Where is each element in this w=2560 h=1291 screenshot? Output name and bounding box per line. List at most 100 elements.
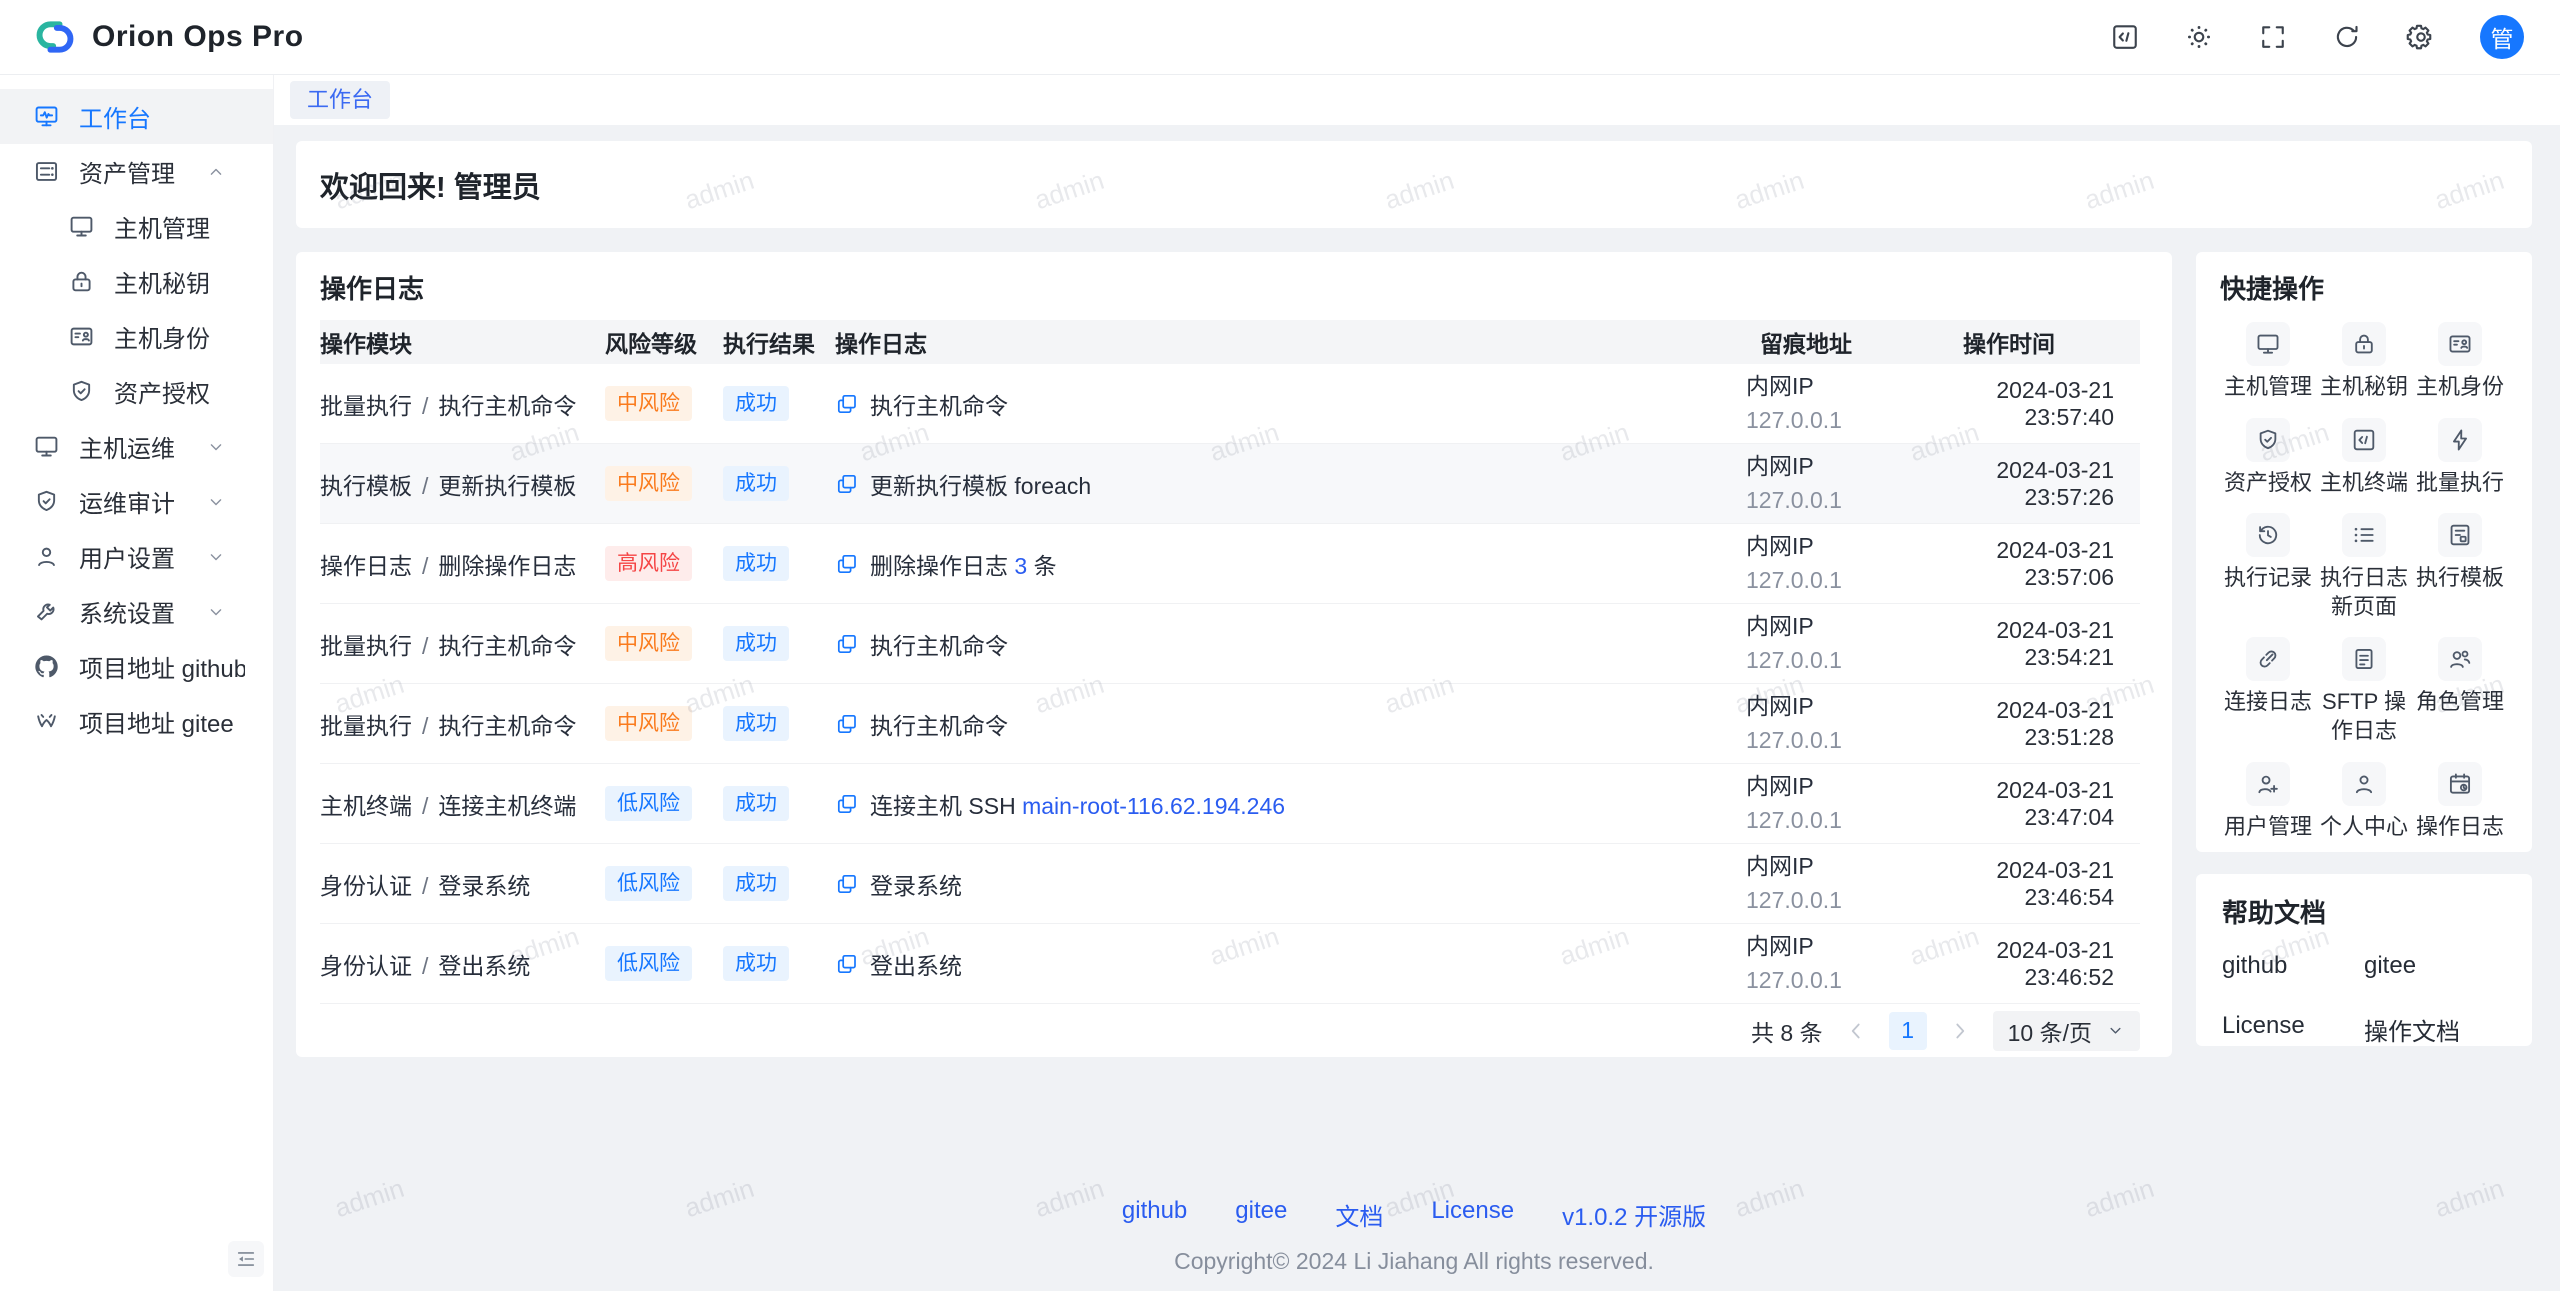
ssh-host-link[interactable]: main-root-116.62.194.246 <box>1022 793 1285 819</box>
copy-icon[interactable] <box>835 872 859 896</box>
help-link-github[interactable]: github <box>2222 952 2364 980</box>
copyright: Copyright© 2024 Li Jiahang All rights re… <box>296 1248 2532 1275</box>
quick-action-role-management[interactable]: 角色管理 <box>2412 637 2508 745</box>
lock-icon <box>68 268 95 295</box>
result-tag: 成功 <box>723 866 789 901</box>
quick-action-user-management[interactable]: 用户管理 <box>2220 762 2316 842</box>
quick-action-batch-execution[interactable]: 批量执行 <box>2412 418 2508 498</box>
quick-actions-title: 快捷操作 <box>2220 272 2508 306</box>
quick-action-host-management[interactable]: 主机管理 <box>2220 322 2316 402</box>
table-row[interactable]: 执行模板/更新执行模板 中风险 成功 更新执行模板 foreach 内网IP12… <box>320 444 2140 524</box>
history-icon <box>2255 522 2281 548</box>
risk-tag: 中风险 <box>605 626 692 661</box>
fullscreen-button[interactable] <box>2258 22 2288 52</box>
result-tag: 成功 <box>723 466 789 501</box>
table-row[interactable]: 身份认证/登录系统 低风险 成功 登录系统 内网IP127.0.0.1 2024… <box>320 844 2140 924</box>
sidebar-item-workbench[interactable]: 工作台 <box>0 89 273 144</box>
sidebar-item-host-management[interactable]: 主机管理 <box>0 199 273 254</box>
calendar-clock-icon <box>2447 771 2473 797</box>
footer-link-license[interactable]: License <box>1431 1197 1514 1232</box>
quick-action-connection-log[interactable]: 连接日志 <box>2220 637 2316 745</box>
sidebar-item-asset-management[interactable]: 资产管理 <box>0 144 273 199</box>
sidebar-item-host-identity[interactable]: 主机身份 <box>0 309 273 364</box>
ip-cell: 内网IP127.0.0.1 <box>1708 370 1904 437</box>
file-doc-icon <box>2351 646 2377 672</box>
operation-time: 2024-03-21 23:57:40 <box>1904 377 2140 431</box>
footer-link-docs[interactable]: 文档 <box>1335 1197 1383 1232</box>
sidebar-item-host-ops[interactable]: 主机运维 <box>0 419 273 474</box>
avatar[interactable]: 管 <box>2480 15 2524 59</box>
sidebar-item-asset-authorization[interactable]: 资产授权 <box>0 364 273 419</box>
page-number-button[interactable]: 1 <box>1889 1012 1927 1050</box>
footer-link-github[interactable]: github <box>1122 1197 1187 1232</box>
copy-icon[interactable] <box>835 952 859 976</box>
sidebar-item-github[interactable]: 项目地址 github <box>0 639 273 694</box>
result-tag: 成功 <box>723 546 789 581</box>
quick-action-execution-records[interactable]: 执行记录 <box>2220 513 2316 621</box>
ip-cell: 内网IP127.0.0.1 <box>1708 770 1904 837</box>
help-link-operation-docs[interactable]: 操作文档 <box>2364 1012 2506 1047</box>
footer-link-version[interactable]: v1.0.2 开源版 <box>1562 1197 1706 1232</box>
quick-action-host-identity[interactable]: 主机身份 <box>2412 322 2508 402</box>
quick-action-asset-authorization[interactable]: 资产授权 <box>2220 418 2316 498</box>
prev-page-button[interactable] <box>1843 1018 1869 1044</box>
page-size-select[interactable]: 10 条/页 <box>1993 1011 2140 1051</box>
sidebar-item-system-settings[interactable]: 系统设置 <box>0 584 273 639</box>
chevron-down-icon <box>206 547 226 567</box>
table-row[interactable]: 批量执行/执行主机命令 中风险 成功 执行主机命令 内网IP127.0.0.1 … <box>320 364 2140 444</box>
app-logo[interactable]: Orion Ops Pro <box>33 17 304 57</box>
sidebar-item-user-settings[interactable]: 用户设置 <box>0 529 273 584</box>
copy-icon[interactable] <box>835 392 859 416</box>
user-plus-icon <box>2255 771 2281 797</box>
table-row[interactable]: 批量执行/执行主机命令 中风险 成功 执行主机命令 内网IP127.0.0.1 … <box>320 604 2140 684</box>
operation-time: 2024-03-21 23:57:06 <box>1904 537 2140 591</box>
chevron-down-icon <box>206 437 226 457</box>
module-cell: 身份认证/登出系统 <box>320 947 605 981</box>
sidebar-item-label: 资产管理 <box>79 154 206 189</box>
help-link-gitee[interactable]: gitee <box>2364 952 2506 980</box>
server-list-icon <box>33 158 60 185</box>
copy-icon[interactable] <box>835 632 859 656</box>
chevron-down-icon <box>206 602 226 622</box>
table-row[interactable]: 操作日志/删除操作日志 高风险 成功 删除操作日志 3 条 内网IP127.0.… <box>320 524 2140 604</box>
module-cell: 执行模板/更新执行模板 <box>320 467 605 501</box>
copy-icon[interactable] <box>835 712 859 736</box>
quick-action-execution-log-new-page[interactable]: 执行日志新页面 <box>2316 513 2412 621</box>
breadcrumb-item-workbench[interactable]: 工作台 <box>290 81 390 119</box>
sidebar-item-gitee[interactable]: 项目地址 gitee <box>0 694 273 749</box>
footer-link-gitee[interactable]: gitee <box>1235 1197 1287 1232</box>
dashboard-icon <box>33 103 60 130</box>
monitor-icon <box>68 213 95 240</box>
collapse-sidebar-button[interactable] <box>228 1241 264 1277</box>
quick-action-host-key[interactable]: 主机秘钥 <box>2316 322 2412 402</box>
settings-button[interactable] <box>2406 22 2436 52</box>
operation-time: 2024-03-21 23:54:21 <box>1904 617 2140 671</box>
module-cell: 身份认证/登录系统 <box>320 867 605 901</box>
copy-icon[interactable] <box>835 552 859 576</box>
quick-action-operation-log[interactable]: 操作日志 <box>2412 762 2508 842</box>
refresh-button[interactable] <box>2332 22 2362 52</box>
quick-action-sftp-operation-log[interactable]: SFTP 操作日志 <box>2316 637 2412 745</box>
code-runner-button[interactable] <box>2110 22 2140 52</box>
table-row[interactable]: 身份认证/登出系统 低风险 成功 登出系统 内网IP127.0.0.1 2024… <box>320 924 2140 1004</box>
code-square-icon <box>2110 22 2140 52</box>
copy-icon[interactable] <box>835 472 859 496</box>
operation-time: 2024-03-21 23:46:52 <box>1904 937 2140 991</box>
next-page-button[interactable] <box>1947 1018 1973 1044</box>
breadcrumb: 工作台 <box>274 75 2560 125</box>
theme-toggle-button[interactable] <box>2184 22 2214 52</box>
sidebar-item-host-key[interactable]: 主机秘钥 <box>0 254 273 309</box>
sidebar-item-ops-audit[interactable]: 运维审计 <box>0 474 273 529</box>
quick-action-execution-template[interactable]: 执行模板 <box>2412 513 2508 621</box>
welcome-card: 欢迎回来! 管理员 <box>296 141 2532 228</box>
copy-icon[interactable] <box>835 792 859 816</box>
table-row[interactable]: 批量执行/执行主机命令 中风险 成功 执行主机命令 内网IP127.0.0.1 … <box>320 684 2140 764</box>
column-header-ip: 留痕地址 <box>1708 325 1904 359</box>
quick-action-personal-center[interactable]: 个人中心 <box>2316 762 2412 842</box>
help-link-license[interactable]: License <box>2222 1012 2364 1047</box>
quick-action-host-terminal[interactable]: 主机终端 <box>2316 418 2412 498</box>
column-header-risk: 风险等级 <box>605 325 723 359</box>
module-cell: 主机终端/连接主机终端 <box>320 787 605 821</box>
user-icon <box>33 543 60 570</box>
table-row[interactable]: 主机终端/连接主机终端 低风险 成功 连接主机 SSH main-root-11… <box>320 764 2140 844</box>
